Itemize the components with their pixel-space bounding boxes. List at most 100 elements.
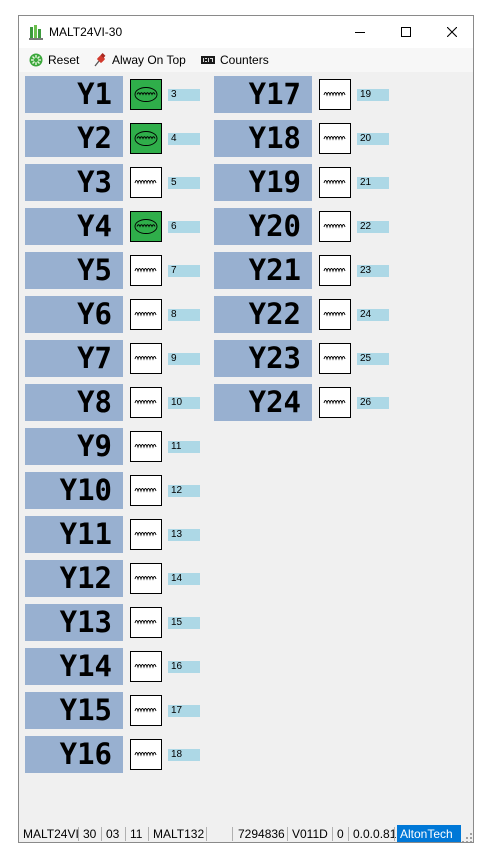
relay-output-label[interactable]: Y6 <box>25 296 123 333</box>
coil-winding-icon[interactable] <box>319 255 351 286</box>
coil-winding-icon[interactable] <box>130 387 162 418</box>
coil-winding-icon[interactable] <box>130 167 162 198</box>
relay-output-row: Y1 3 <box>25 76 207 114</box>
maximize-button[interactable] <box>383 16 429 48</box>
relay-output-label[interactable]: Y3 <box>25 164 123 201</box>
coil-energized-icon[interactable] <box>130 123 162 154</box>
status-separator <box>232 827 233 841</box>
relay-output-row: Y2 4 <box>25 120 207 158</box>
relay-counter-value: 9 <box>168 353 200 365</box>
window-title: MALT24VI-30 <box>49 25 123 39</box>
relay-output-row: Y23 25 <box>214 340 396 378</box>
coil-winding-icon[interactable] <box>130 739 162 770</box>
pushpin-icon <box>94 53 106 67</box>
resize-grip-icon[interactable] <box>462 833 472 843</box>
relay-output-row: Y17 19 <box>214 76 396 114</box>
counters-button[interactable]: Counters <box>201 52 269 68</box>
relay-counter-value: 18 <box>168 749 200 761</box>
relay-output-label[interactable]: Y5 <box>25 252 123 289</box>
relay-output-label[interactable]: Y4 <box>25 208 123 245</box>
coil-winding-icon[interactable] <box>319 299 351 330</box>
relay-counter-value: 21 <box>357 177 389 189</box>
status-field-3: 03 <box>106 827 120 841</box>
relay-output-label[interactable]: Y16 <box>25 736 123 773</box>
status-model: MALT24VI <box>23 827 79 841</box>
status-field-4: 11 <box>130 827 143 841</box>
reset-label: Reset <box>48 53 80 67</box>
relay-output-label[interactable]: Y20 <box>214 208 312 245</box>
coil-energized-icon[interactable] <box>130 211 162 242</box>
relay-output-label[interactable]: Y23 <box>214 340 312 377</box>
relay-output-row: Y22 24 <box>214 296 396 334</box>
status-brand[interactable]: AltonTech <box>397 825 461 842</box>
relay-output-row: Y10 12 <box>25 472 207 510</box>
coil-winding-icon[interactable] <box>130 563 162 594</box>
coil-winding-icon[interactable] <box>319 387 351 418</box>
coil-winding-icon[interactable] <box>319 343 351 374</box>
relay-output-label[interactable]: Y11 <box>25 516 123 553</box>
coil-winding-icon[interactable] <box>319 123 351 154</box>
relay-output-label[interactable]: Y9 <box>25 428 123 465</box>
coil-winding-icon[interactable] <box>130 255 162 286</box>
coil-winding-icon[interactable] <box>130 299 162 330</box>
relay-counter-value: 26 <box>357 397 389 409</box>
relay-output-label[interactable]: Y19 <box>214 164 312 201</box>
relay-output-label[interactable]: Y22 <box>214 296 312 333</box>
relay-output-row: Y8 10 <box>25 384 207 422</box>
relay-counter-value: 15 <box>168 617 200 629</box>
relay-output-label[interactable]: Y18 <box>214 120 312 157</box>
status-separator <box>394 827 395 841</box>
coil-winding-icon[interactable] <box>319 79 351 110</box>
relay-counter-value: 10 <box>168 397 200 409</box>
relay-output-label[interactable]: Y2 <box>25 120 123 157</box>
relay-output-label[interactable]: Y17 <box>214 76 312 113</box>
relay-counter-value: 20 <box>357 133 389 145</box>
relay-output-row: Y18 20 <box>214 120 396 158</box>
coil-winding-icon[interactable] <box>130 343 162 374</box>
counter-display-icon <box>201 56 215 64</box>
relay-output-label[interactable]: Y10 <box>25 472 123 509</box>
relay-output-label[interactable]: Y24 <box>214 384 312 421</box>
relay-output-row: Y12 14 <box>25 560 207 598</box>
coil-winding-icon[interactable] <box>319 211 351 242</box>
relay-output-label[interactable]: Y1 <box>25 76 123 113</box>
relay-output-label[interactable]: Y15 <box>25 692 123 729</box>
coil-winding-icon[interactable] <box>130 695 162 726</box>
relay-counter-value: 11 <box>168 441 200 453</box>
relay-counter-value: 17 <box>168 705 200 717</box>
status-serial: 7294836 <box>238 827 285 841</box>
title-bar[interactable]: MALT24VI-30 <box>19 16 473 48</box>
relay-counter-value: 22 <box>357 221 389 233</box>
status-field-2: 30 <box>83 827 97 841</box>
close-icon <box>447 27 457 37</box>
relay-output-label[interactable]: Y12 <box>25 560 123 597</box>
status-bar: MALT24VI 30 03 11 MALT132 7294836 V011D … <box>19 822 473 843</box>
coil-energized-icon[interactable] <box>130 79 162 110</box>
minimize-button[interactable] <box>337 16 383 48</box>
status-separator <box>332 827 333 841</box>
relay-panel: Y1 3 Y2 4 Y3 5 Y4 6 Y5 7 Y6 8 Y7 9 Y8 10 Y9 11 Y10 12 Y11 13 Y… <box>19 72 473 816</box>
relay-counter-value: 24 <box>357 309 389 321</box>
relay-output-label[interactable]: Y13 <box>25 604 123 641</box>
relay-output-row: Y19 21 <box>214 164 396 202</box>
status-field-5: MALT132 <box>153 827 205 841</box>
relay-output-label[interactable]: Y7 <box>25 340 123 377</box>
relay-output-label[interactable]: Y14 <box>25 648 123 685</box>
relay-counter-value: 7 <box>168 265 200 277</box>
relay-counter-value: 6 <box>168 221 200 233</box>
relay-counter-value: 13 <box>168 529 200 541</box>
reset-button[interactable]: Reset <box>29 52 79 68</box>
coil-winding-icon[interactable] <box>130 431 162 462</box>
always-on-top-button[interactable]: Alway On Top <box>93 52 186 68</box>
relay-output-row: Y24 26 <box>214 384 396 422</box>
coil-winding-icon[interactable] <box>130 607 162 638</box>
relay-counter-value: 16 <box>168 661 200 673</box>
coil-winding-icon[interactable] <box>130 519 162 550</box>
relay-output-row: Y7 9 <box>25 340 207 378</box>
coil-winding-icon[interactable] <box>130 475 162 506</box>
relay-output-label[interactable]: Y8 <box>25 384 123 421</box>
coil-winding-icon[interactable] <box>319 167 351 198</box>
close-button[interactable] <box>429 16 473 48</box>
relay-output-label[interactable]: Y21 <box>214 252 312 289</box>
coil-winding-icon[interactable] <box>130 651 162 682</box>
